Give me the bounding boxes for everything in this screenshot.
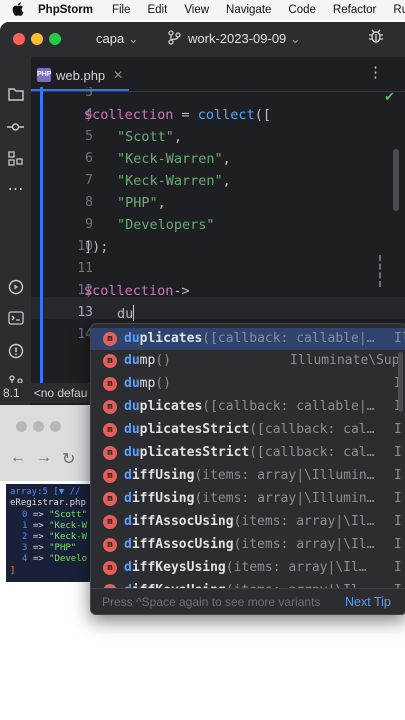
dump-item: 1 => "Keck-W [22,521,88,531]
completion-item[interactable]: m duplicatesStrict([callback: cal… I [91,419,405,441]
more-options-icon[interactable]: ⋮ [368,63,383,81]
method-icon: m [103,354,117,368]
method-icon: m [103,469,117,483]
completion-item[interactable]: m diffAssocUsing(items: array|\Il… I [91,511,405,533]
method-icon: m [103,492,117,506]
window-zoom-button[interactable] [49,33,61,45]
structure-icon[interactable] [7,151,24,168]
method-icon: m [103,377,117,391]
php-file-icon: PHP [37,68,51,82]
completion-item[interactable]: m duplicates([callback: callable|… Il [91,328,405,350]
method-icon: m [103,446,117,460]
line-number: 3 [85,87,93,100]
forward-arrow-icon[interactable]: → [36,449,52,467]
back-arrow-icon[interactable]: ← [10,449,26,467]
debug-bug-icon[interactable] [368,28,384,49]
close-icon[interactable]: ✕ [113,68,123,82]
completion-item[interactable]: m diffKeysUsing(items: array|\Il… I [91,557,405,579]
completion-item[interactable]: m duplicates([callback: callable|… I [91,396,405,418]
method-icon: m [103,400,117,414]
terminal-icon[interactable] [7,311,24,328]
browser-minimize-dot[interactable] [33,421,44,432]
code-line: "Developers" [117,217,215,233]
completion-item[interactable]: m diffUsing(items: array|\Illumin… I [91,488,405,510]
browser-zoom-dot[interactable] [50,421,61,432]
dump-item: 2 => "Keck-W [22,532,88,542]
tab-web-php[interactable]: PHP web.php ✕ [37,63,123,87]
code-line: "PHP", [117,195,166,211]
tool-window-bar: ⋯ [0,57,32,405]
code-line: "Keck-Warren", [117,173,231,189]
services-icon[interactable] [7,279,24,296]
method-icon: m [103,538,117,552]
inspection-ok-icon[interactable]: ✔ [384,89,395,105]
completion-item[interactable]: m diffAssocUsing(items: array|\Il… I [91,534,405,556]
project-folder-icon[interactable] [7,87,24,104]
next-tip-link[interactable]: Next Tip [345,595,391,609]
macos-menubar: PhpStorm File Edit View Navigate Code Re… [0,0,405,20]
dump-file: eRegistrar.php [10,498,86,508]
dump-item: 0 => "Scott" [22,510,88,520]
completion-item[interactable]: m diffUsing(items: array|\Illumin… I [91,465,405,487]
project-selector[interactable]: capa ⌄ [96,31,139,47]
window-close-button[interactable] [13,33,25,45]
code-line: "Scott", [117,129,183,145]
popup-scrollbar[interactable] [398,352,403,412]
interpreter-status[interactable]: <no defau [34,386,88,400]
menu-view[interactable]: View [184,4,209,16]
chevron-down-icon: ⌄ [289,31,301,46]
chevron-down-icon: ⌄ [127,31,139,46]
line-number: 5 [85,129,93,144]
code-line-typing: du [117,305,135,322]
completion-item[interactable]: m dump() Illuminate\Sup [91,350,405,372]
php-version[interactable]: 8.1 [3,386,20,400]
line-number: 6 [85,151,93,166]
line-number: 13 [77,305,93,320]
completion-item[interactable]: m duplicatesStrict([callback: cal… I [91,442,405,464]
code-line: ]); [84,239,109,255]
git-branch-icon [168,30,181,48]
text-caret [133,305,135,321]
code-line: "Keck-Warren", [117,151,231,167]
menu-run[interactable]: Run [393,4,405,16]
code-completion-popup: m duplicates([callback: callable|… Il m … [90,323,405,615]
dump-output: array:5 [▼ // eRegistrar.php 0 => "Scott… [6,484,101,582]
change-marker [379,255,383,287]
menu-edit[interactable]: Edit [147,4,167,16]
dump-close: ] [10,566,16,576]
completion-footer: Press ^Space again to see more variants … [91,588,405,614]
commit-icon[interactable] [7,119,24,136]
method-icon: m [103,423,117,437]
problems-icon[interactable] [7,343,24,360]
line-number: 14 [77,327,93,342]
dump-item: 3 => "PHP" [22,543,77,553]
code-line: $collection-> [84,283,190,299]
more-tools-icon[interactable]: ⋯ [7,181,24,198]
menu-code[interactable]: Code [288,4,316,16]
tab-label: web.php [56,67,106,83]
method-icon: m [103,515,117,529]
menu-navigate[interactable]: Navigate [226,4,271,16]
method-icon: m [103,332,117,346]
method-icon: m [103,561,117,575]
completion-hint: Press ^Space again to see more variants [102,595,321,609]
branch-selector[interactable]: work-2023-09-09 ⌄ [188,31,301,47]
line-number: 11 [77,261,93,276]
editor-scrollbar[interactable] [393,149,399,211]
line-number: 9 [85,217,93,232]
completion-item[interactable]: m dump() I [91,373,405,395]
dump-item: 4 => "Develo [22,554,88,564]
ide-titlebar: capa ⌄ work-2023-09-09 ⌄ [0,22,405,57]
reload-icon[interactable]: ↻ [62,449,75,469]
apple-logo-icon[interactable] [12,1,24,19]
menu-file[interactable]: File [112,4,131,16]
line-number: 7 [85,173,93,188]
dump-header: array:5 [▼ // [10,487,81,497]
window-minimize-button[interactable] [31,33,43,45]
browser-close-dot[interactable] [16,421,27,432]
menu-refactor[interactable]: Refactor [333,4,376,16]
line-number: 8 [85,195,93,210]
menu-phpstorm[interactable]: PhpStorm [38,4,93,16]
code-line: $collection = collect([ [84,107,271,123]
